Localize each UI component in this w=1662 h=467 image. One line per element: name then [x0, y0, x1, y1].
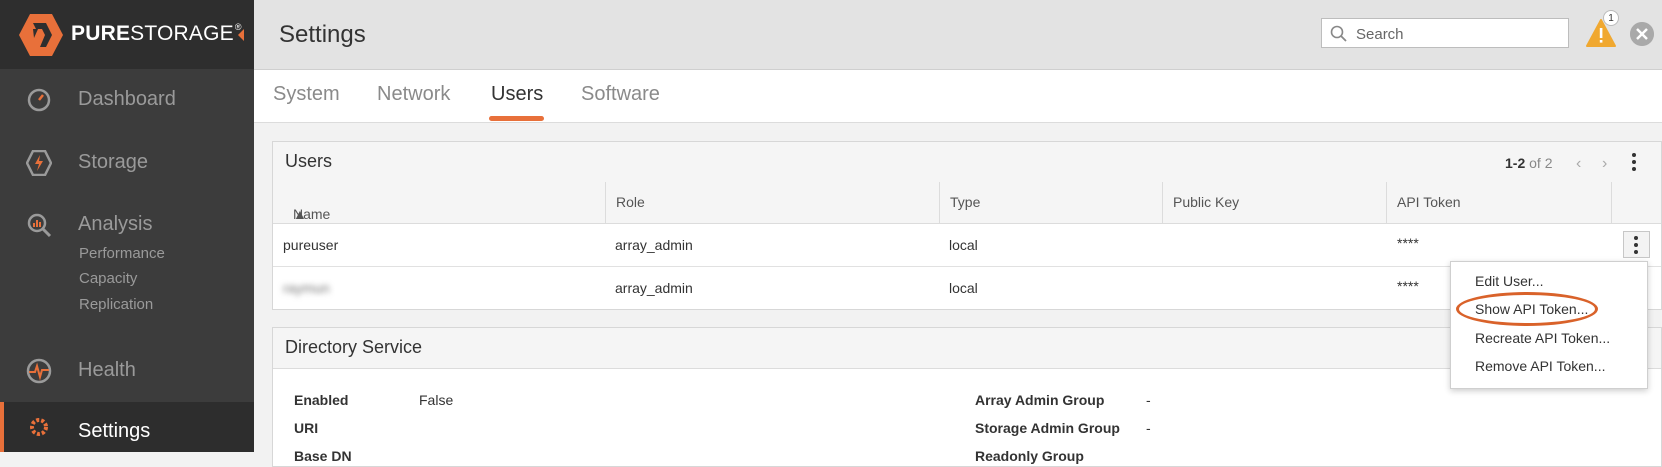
settings-gear-icon — [30, 418, 48, 436]
cell-type: local — [949, 237, 978, 253]
column-header-public-key[interactable]: Public Key — [1163, 182, 1387, 223]
health-pulse-icon — [26, 358, 52, 384]
tab-software[interactable]: Software — [581, 83, 660, 106]
users-panel-header: Users 1-2 of 2 ‹ › — [273, 142, 1661, 183]
pure-storage-logo-icon — [19, 14, 63, 56]
alert-count-badge: 1 — [1603, 10, 1619, 26]
cell-api-token: **** — [1397, 278, 1419, 294]
column-header-api-token[interactable]: API Token — [1387, 182, 1612, 223]
storage-admin-group-label: Storage Admin Group — [975, 420, 1120, 436]
sidebar-item-label: Health — [78, 359, 136, 381]
more-vertical-icon — [1634, 236, 1638, 257]
sort-ascending-icon: ▲ — [293, 206, 307, 222]
active-tab-underline — [489, 116, 544, 121]
sidebar-item-label: Storage — [78, 151, 149, 173]
cell-name: pureuser — [283, 237, 339, 253]
cell-name: raymun — [283, 280, 330, 296]
enabled-label: Enabled — [294, 392, 349, 408]
sidebar-subitem-performance[interactable]: Performance — [79, 245, 165, 262]
sidebar-item-health[interactable]: Health — [0, 346, 254, 394]
top-header: Settings 1 — [254, 0, 1662, 70]
column-header-type[interactable]: Type — [940, 182, 1163, 223]
enabled-value: False — [419, 392, 454, 408]
column-header-role[interactable]: Role — [606, 182, 940, 223]
close-icon[interactable] — [1630, 22, 1654, 46]
sidebar: PURESTORAGE® Dashboard Storage Analysis … — [0, 0, 254, 452]
tab-network[interactable]: Network — [377, 83, 450, 106]
storage-admin-group-value: - — [1146, 420, 1151, 436]
pager-next-icon[interactable]: › — [1602, 155, 1607, 173]
sidebar-subitem-replication[interactable]: Replication — [79, 296, 153, 313]
cell-type: local — [949, 280, 978, 296]
logo-bar: PURESTORAGE® — [0, 0, 254, 69]
cell-api-token: **** — [1397, 235, 1419, 251]
array-admin-group-label: Array Admin Group — [975, 392, 1105, 408]
sidebar-item-storage[interactable]: Storage — [0, 138, 254, 186]
search-icon — [1330, 25, 1347, 42]
sidebar-item-analysis[interactable]: Analysis — [0, 200, 254, 248]
tab-users[interactable]: Users — [491, 83, 543, 106]
array-admin-group-value: - — [1146, 392, 1151, 408]
base-dn-label: Base DN — [294, 448, 352, 464]
pager-prev-icon[interactable]: ‹ — [1576, 155, 1581, 173]
settings-tabs: System Network Users Software — [254, 70, 1662, 123]
dashboard-gauge-icon — [27, 88, 51, 112]
sidebar-item-label: Analysis — [78, 213, 153, 235]
cell-role: array_admin — [615, 280, 693, 296]
menu-item-edit-user[interactable]: Edit User... — [1475, 273, 1543, 289]
readonly-group-label: Readonly Group — [975, 448, 1084, 464]
search-field[interactable] — [1321, 18, 1569, 48]
users-panel-title: Users — [285, 151, 333, 171]
pager-label: 1-2 of 2 — [1505, 155, 1553, 171]
panel-more-icon[interactable] — [1632, 153, 1636, 174]
column-header-name[interactable]: Name ▲ — [273, 182, 606, 223]
menu-item-recreate-api-token[interactable]: Recreate API Token... — [1475, 330, 1610, 346]
sidebar-item-label: Settings — [78, 420, 151, 442]
directory-panel-title: Directory Service — [285, 337, 423, 357]
highlight-annotation-ellipse — [1456, 292, 1598, 326]
cell-role: array_admin — [615, 237, 693, 253]
row-actions-button[interactable] — [1623, 231, 1650, 258]
table-header-row: Name ▲ Role Type Public Key API Token — [273, 182, 1661, 224]
sidebar-collapse-arrow-icon[interactable] — [238, 29, 244, 41]
analysis-magnifier-icon — [27, 213, 52, 238]
uri-label: URI — [294, 420, 319, 436]
logo-wordmark: PURESTORAGE® — [71, 22, 242, 45]
tab-system[interactable]: System — [273, 83, 340, 106]
storage-bolt-icon — [26, 150, 52, 176]
page-title: Settings — [279, 21, 366, 48]
sidebar-item-settings[interactable]: Settings — [0, 402, 254, 452]
search-input[interactable] — [1354, 22, 1563, 46]
sidebar-item-label: Dashboard — [78, 88, 176, 110]
sidebar-subitem-capacity[interactable]: Capacity — [79, 270, 137, 287]
menu-item-remove-api-token[interactable]: Remove API Token... — [1475, 358, 1605, 374]
sidebar-item-dashboard[interactable]: Dashboard — [0, 75, 254, 123]
active-indicator — [0, 402, 4, 452]
